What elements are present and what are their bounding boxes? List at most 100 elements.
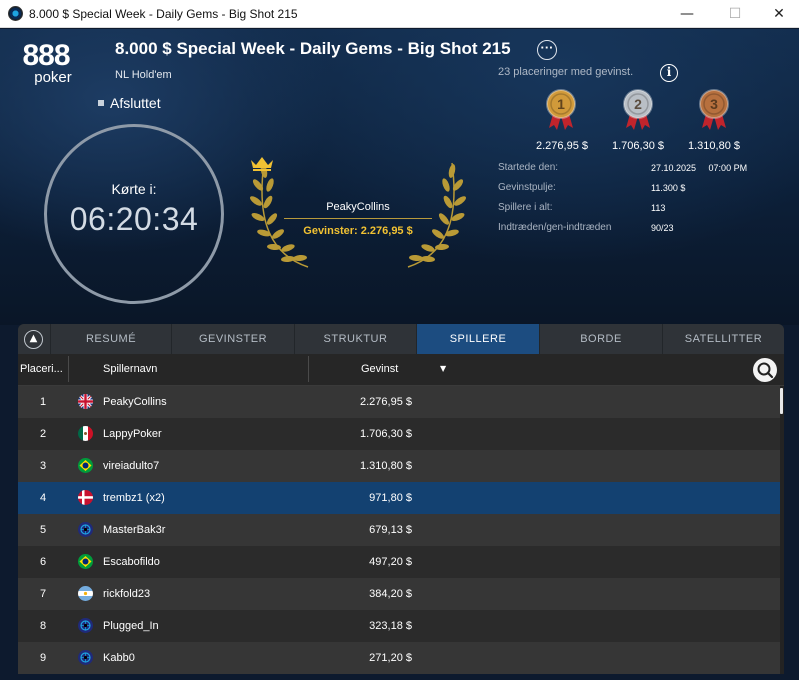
winner-divider	[284, 218, 432, 219]
row-place: 4	[39, 492, 47, 504]
row-prize: 323,18 $	[369, 620, 412, 632]
column-divider[interactable]	[308, 356, 309, 382]
search-button[interactable]	[753, 358, 777, 382]
table-row[interactable]: 4 trembz1 (x2) 971,80 $	[18, 482, 780, 514]
row-place: 6	[39, 556, 47, 568]
row-prize: 2.276,95 $	[360, 396, 412, 408]
tab-struktur[interactable]: STRUKTUR	[294, 324, 416, 354]
detail-label: Spillere i alt:	[498, 202, 553, 213]
row-player-name: rickfold23	[103, 588, 151, 600]
row-prize: 271,20 $	[369, 652, 412, 664]
status-square-icon	[98, 100, 104, 106]
row-player-name: trembz1 (x2)	[103, 492, 165, 504]
medal-1-amount: 2.276,95 $	[536, 140, 588, 152]
players-table-header: Placeri... Spillernavn Gevinst ▼	[18, 354, 784, 386]
column-header-prize[interactable]: Gevinst	[361, 363, 398, 375]
paid-places-text: 23 placeringer med gevinst.	[498, 66, 634, 78]
column-divider[interactable]	[68, 356, 69, 382]
window-titlebar: 8.000 $ Special Week - Daily Gems - Big …	[0, 0, 799, 28]
medal-3-icon: 3	[697, 88, 731, 132]
winner-prize: Gevinster: 2.276,95 $	[303, 225, 413, 237]
status-label: Afsluttet	[110, 95, 161, 111]
table-row[interactable]: 2 LappyPoker 1.706,30 $	[18, 418, 780, 450]
detail-value: 11.300 $	[651, 183, 686, 193]
tab-bar: ▲ RESUMÉ GEVINSTER STRUKTUR SPILLERE BORDE SA…	[18, 324, 784, 354]
svg-text:1: 1	[557, 96, 565, 112]
app-icon	[8, 6, 23, 21]
lobby-panel: ▲ RESUMÉ GEVINSTER STRUKTUR SPILLERE BORDE SA…	[18, 324, 784, 674]
info-icon[interactable]: i	[660, 64, 678, 82]
tab-gevinster[interactable]: GEVINSTER	[171, 324, 294, 354]
collapse-chevron-up-icon[interactable]: ▲	[24, 330, 43, 349]
flag-globe-icon	[78, 618, 93, 633]
medal-3-amount: 1.310,80 $	[688, 140, 740, 152]
column-header-place[interactable]: Placeri...	[20, 363, 63, 375]
close-button[interactable]: ✕	[756, 0, 799, 28]
row-prize: 679,13 $	[369, 524, 412, 536]
row-player-name: Escabofildo	[103, 556, 160, 568]
tournament-header: 888 poker 8.000 $ Special Week - Daily G…	[0, 29, 799, 325]
duration-label: Kørte i:	[111, 181, 157, 197]
row-prize: 1.310,80 $	[360, 460, 412, 472]
888poker-logo: 888 poker	[16, 41, 76, 91]
flag-globe-icon	[78, 650, 93, 665]
flag-mx-icon	[78, 426, 93, 441]
search-icon	[757, 362, 774, 379]
row-place: 3	[39, 460, 47, 472]
duration-time: 06:20:34	[69, 201, 199, 237]
row-player-name: PeakyCollins	[103, 396, 167, 408]
tournament-title: 8.000 $ Special Week - Daily Gems - Big …	[115, 39, 511, 58]
window-title: 8.000 $ Special Week - Daily Gems - Big …	[29, 7, 298, 21]
medal-2-icon: 2	[621, 88, 655, 132]
table-row[interactable]: 9 Kabb0 271,20 $	[18, 642, 780, 674]
detail-value: 90/23	[651, 223, 674, 233]
laurel-wreath-icon	[250, 162, 466, 268]
row-player-name: vireiadulto7	[103, 460, 160, 472]
medal-2-amount: 1.706,30 $	[612, 140, 664, 152]
row-place: 9	[39, 652, 47, 664]
flag-br-icon	[78, 458, 93, 473]
row-prize: 971,80 $	[369, 492, 412, 504]
row-place: 1	[39, 396, 47, 408]
detail-value: 113	[651, 203, 666, 213]
table-row[interactable]: 7 rickfold23 384,20 $	[18, 578, 780, 610]
tab-resumé[interactable]: RESUMÉ	[50, 324, 171, 354]
maximize-button[interactable]: ☐	[712, 0, 758, 28]
row-player-name: Kabb0	[103, 652, 135, 664]
detail-label: Startede den:	[498, 162, 559, 173]
duration-clock: Kørte i: 06:20:34	[44, 124, 224, 304]
table-row[interactable]: 8 Plugged_In 323,18 $	[18, 610, 780, 642]
svg-text:3: 3	[710, 96, 718, 112]
tab-borde[interactable]: BORDE	[539, 324, 662, 354]
minimize-button[interactable]: —	[664, 0, 710, 28]
crown-icon	[251, 157, 273, 171]
row-prize: 1.706,30 $	[360, 428, 412, 440]
column-header-name[interactable]: Spillernavn	[103, 363, 157, 375]
flag-br-icon	[78, 554, 93, 569]
row-place: 5	[39, 524, 47, 536]
sort-descending-icon[interactable]: ▼	[440, 364, 446, 373]
row-place: 8	[39, 620, 47, 632]
tournament-status: Afsluttet	[98, 95, 161, 111]
table-row[interactable]: 6 Escabofildo 497,20 $	[18, 546, 780, 578]
row-player-name: MasterBak3r	[103, 524, 166, 536]
winner-name: PeakyCollins	[326, 201, 390, 213]
table-row[interactable]: 3 vireiadulto7 1.310,80 $	[18, 450, 780, 482]
row-place: 2	[39, 428, 47, 440]
row-prize: 497,20 $	[369, 556, 412, 568]
tab-satellitter[interactable]: SATELLITTER	[662, 324, 784, 354]
flag-dk-icon	[78, 490, 93, 505]
row-prize: 384,20 $	[369, 588, 412, 600]
winner-badge: PeakyCollins Gevinster: 2.276,95 $	[250, 155, 466, 273]
more-options-button[interactable]: ···	[537, 40, 557, 60]
detail-value: 27.10.2025 07:00 PM	[651, 163, 748, 173]
table-row[interactable]: 5 MasterBak3r 679,13 $	[18, 514, 780, 546]
table-scrollbar[interactable]	[780, 388, 783, 414]
detail-label: Gevinstpulje:	[498, 182, 556, 193]
row-player-name: Plugged_In	[103, 620, 159, 632]
svg-text:2: 2	[634, 96, 642, 112]
table-row[interactable]: 1 PeakyCollins 2.276,95 $	[18, 386, 780, 418]
game-type: NL Hold'em	[115, 69, 172, 81]
tab-spillere[interactable]: SPILLERE	[416, 324, 539, 354]
logo-888: 888	[22, 39, 70, 72]
